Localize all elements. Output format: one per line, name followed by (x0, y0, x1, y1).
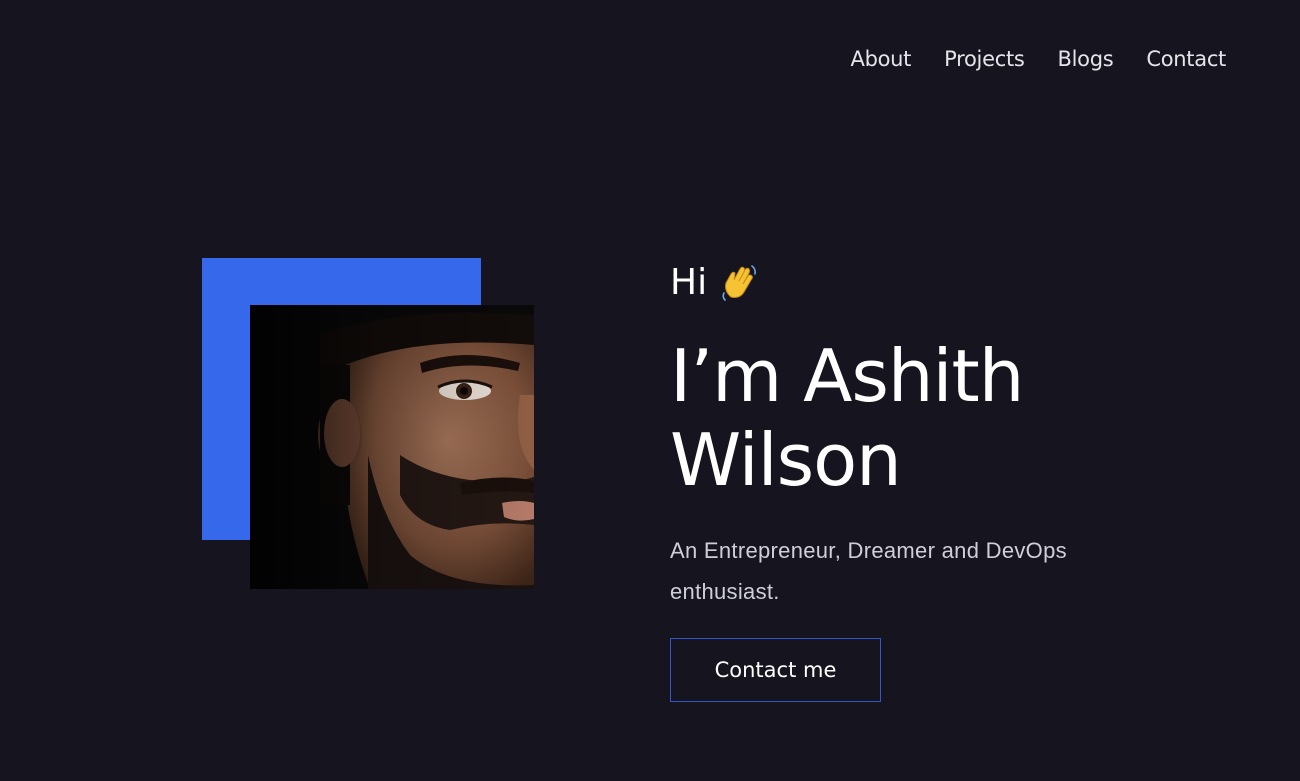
hero-name-line2: Wilson (670, 418, 902, 502)
hero-name: I’m Ashith Wilson (670, 334, 1230, 502)
top-nav: About Projects Blogs Contact (851, 42, 1227, 76)
hero-tagline: An Entrepreneur, Dreamer and DevOps enth… (670, 538, 1067, 604)
nav-blogs-link[interactable]: Blogs (1058, 42, 1114, 76)
waving-hand-icon (719, 263, 759, 303)
page: About Projects Blogs Contact Hi I’m Ashi… (0, 0, 1300, 781)
profile-photo-frame (202, 258, 534, 590)
contact-me-button[interactable]: Contact me (670, 638, 881, 702)
nav-projects-link[interactable]: Projects (944, 42, 1025, 76)
hero-section: Hi I’m Ashith Wilson An Entrepreneur, Dr… (670, 258, 1230, 612)
greeting-text: Hi (670, 262, 708, 303)
profile-photo (250, 305, 534, 589)
greeting: Hi (670, 258, 1230, 308)
hero-name-line1: I’m Ashith (670, 334, 1024, 418)
nav-contact-link[interactable]: Contact (1146, 42, 1226, 76)
nav-about-link[interactable]: About (851, 42, 912, 76)
